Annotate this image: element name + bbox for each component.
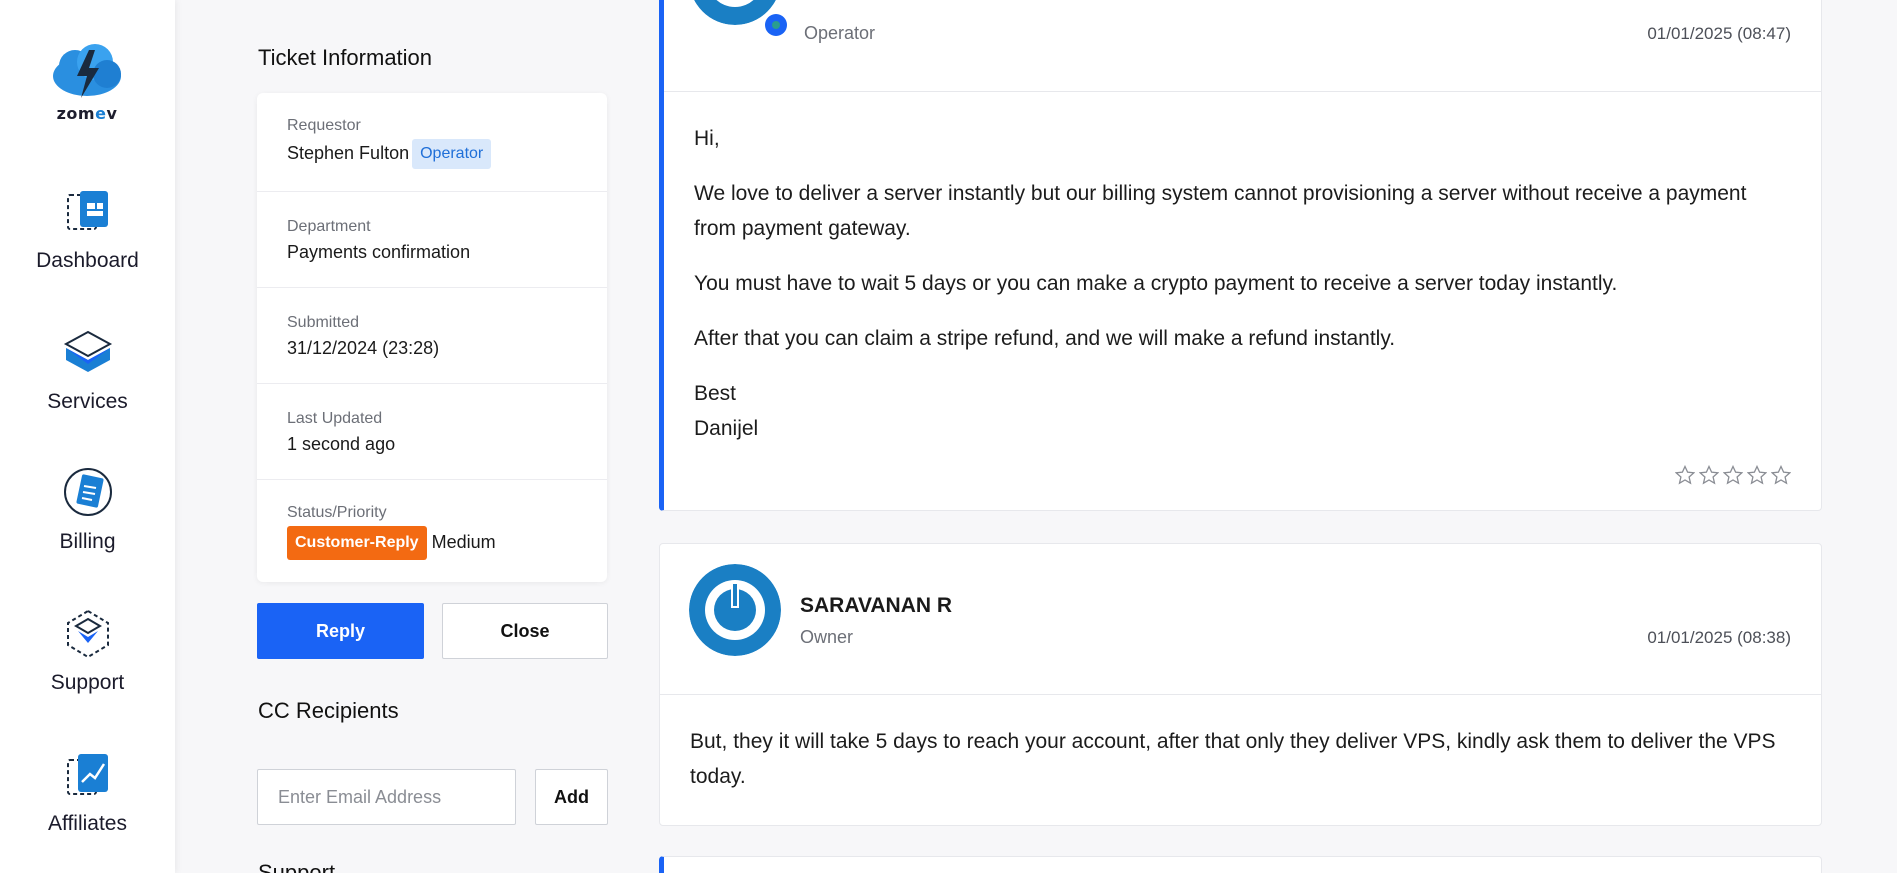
reply-button[interactable]: Reply	[257, 603, 424, 659]
submitted-row: Submitted 31/12/2024 (23:28)	[257, 288, 607, 384]
last-updated-row: Last Updated 1 second ago	[257, 384, 607, 480]
department-value: Payments confirmation	[287, 242, 471, 262]
brand-wordmark: zomev	[56, 104, 118, 123]
status-priority-row: Status/Priority Customer-Reply Medium	[257, 480, 607, 582]
sidebar-item-affiliates[interactable]: Affiliates	[0, 746, 175, 836]
sidebar-item-label: Billing	[59, 530, 116, 553]
submitted-label: Submitted	[287, 314, 360, 331]
verified-badge-icon	[763, 12, 789, 38]
message-header: Operator 01/01/2025 (08:47)	[664, 0, 1821, 92]
requestor-name: Stephen Fulton	[287, 142, 410, 163]
author-role: Owner	[800, 627, 854, 647]
ticket-info-card: Requestor Stephen Fulton Operator Departm…	[257, 93, 607, 582]
billing-icon	[63, 468, 112, 516]
requestor-label: Requestor	[287, 117, 361, 134]
affiliates-icon	[66, 754, 108, 795]
star-icon[interactable]	[1771, 465, 1791, 485]
requestor-role-badge: Operator	[412, 139, 492, 169]
author-role: Operator	[804, 23, 876, 43]
signoff-name: Danijel	[694, 417, 759, 440]
cloud-logo-icon	[53, 44, 121, 98]
message-card	[659, 856, 1822, 873]
star-icon[interactable]	[1675, 465, 1695, 485]
close-ticket-button[interactable]: Close	[442, 603, 608, 659]
star-icon[interactable]	[1699, 465, 1719, 485]
message-paragraph: After that you can claim a stripe refund…	[694, 327, 1396, 350]
support-icon	[66, 609, 109, 659]
author-name: SARAVANAN R	[800, 594, 953, 617]
message-date: 01/01/2025 (08:47)	[1647, 24, 1791, 43]
brand-logo[interactable]: zomev	[44, 42, 130, 132]
sidebar-item-label: Services	[47, 390, 128, 413]
cc-recipients-title: CC Recipients	[258, 698, 399, 723]
star-icon[interactable]	[1723, 465, 1743, 485]
department-row: Department Payments confirmation	[257, 192, 607, 288]
message-body: But, they it will take 5 days to reach y…	[690, 724, 1790, 814]
avatar	[689, 564, 781, 656]
sidebar-item-label: Dashboard	[36, 249, 139, 272]
sidebar-item-label: Affiliates	[48, 812, 127, 835]
ticket-information-title: Ticket Information	[258, 45, 433, 70]
sidebar-item-dashboard[interactable]: Dashboard	[0, 183, 175, 273]
message-card: SARAVANAN R Owner 01/01/2025 (08:38) But…	[659, 543, 1822, 826]
status-badge: Customer-Reply	[287, 526, 427, 560]
submitted-value: 31/12/2024 (23:28)	[287, 338, 440, 358]
message-paragraph: But, they it will take 5 days to reach y…	[690, 730, 1776, 788]
message-body: Hi, We love to deliver a server instantl…	[694, 121, 1794, 446]
requestor-row: Requestor Stephen Fulton Operator	[257, 93, 607, 192]
sidebar: zomev Dashboard Services Billing Support…	[0, 0, 175, 873]
message-paragraph: Hi,	[694, 127, 720, 150]
status-priority-label: Status/Priority	[287, 504, 387, 521]
last-updated-value: 1 second ago	[287, 434, 396, 454]
department-label: Department	[287, 218, 371, 235]
sidebar-item-support[interactable]: Support	[0, 605, 175, 695]
sidebar-item-services[interactable]: Services	[0, 324, 175, 414]
message-header: SARAVANAN R Owner 01/01/2025 (08:38)	[660, 544, 1821, 695]
message-paragraph: We love to deliver a server instantly bu…	[694, 182, 1747, 240]
message-card: Operator 01/01/2025 (08:47) Hi, We love …	[659, 0, 1822, 511]
star-icon[interactable]	[1747, 465, 1767, 485]
requestor-value: Stephen Fulton Operator	[287, 139, 607, 169]
sidebar-item-label: Support	[50, 671, 125, 694]
add-cc-button[interactable]: Add	[535, 769, 608, 825]
priority-value: Medium	[431, 531, 496, 552]
message-date: 01/01/2025 (08:38)	[1647, 628, 1791, 647]
support-section-title: Support	[258, 860, 336, 873]
dashboard-icon	[66, 191, 108, 230]
message-paragraph: You must have to wait 5 days or you can …	[694, 272, 1618, 295]
cc-email-input[interactable]	[257, 769, 516, 825]
rating-stars[interactable]	[1675, 465, 1791, 485]
sidebar-item-billing[interactable]: Billing	[0, 464, 175, 554]
last-updated-label: Last Updated	[287, 410, 383, 427]
status-priority-value: Customer-Reply Medium	[287, 526, 607, 560]
services-icon	[63, 330, 112, 372]
signoff-line: Best	[694, 382, 737, 405]
